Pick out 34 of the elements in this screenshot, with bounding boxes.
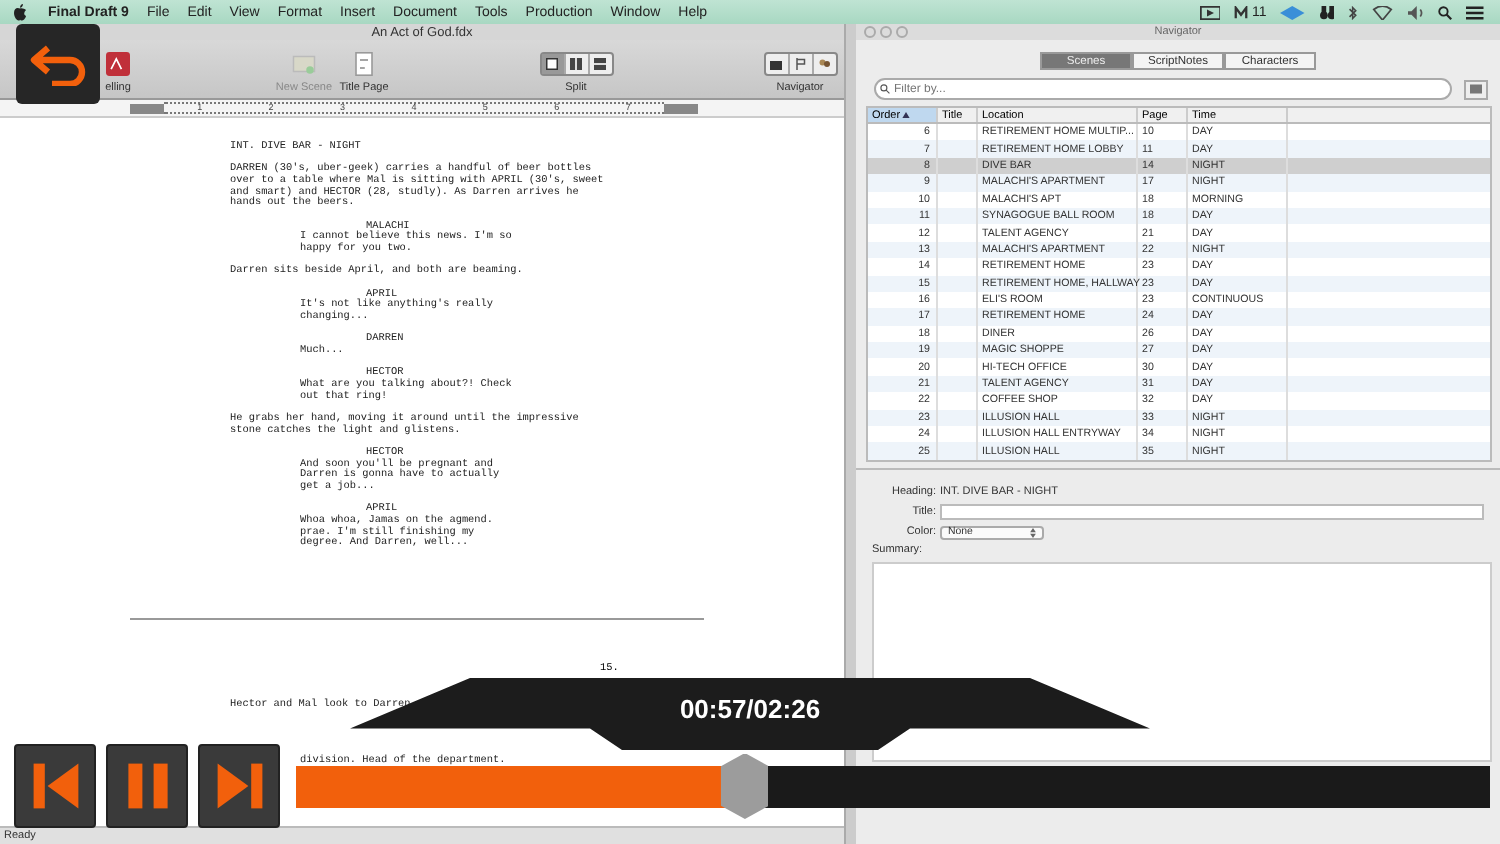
m-icon[interactable] (1234, 5, 1249, 19)
sort-arrow-icon (902, 112, 911, 118)
margin-marker[interactable] (130, 103, 164, 113)
card-icon (1470, 84, 1482, 94)
margin-marker[interactable] (664, 103, 698, 113)
volume-icon[interactable] (1407, 5, 1425, 19)
split-control[interactable] (539, 52, 613, 76)
previous-button[interactable] (14, 744, 96, 828)
pause-button[interactable] (106, 744, 188, 828)
rows-icon[interactable] (594, 58, 606, 70)
people-icon[interactable] (818, 58, 830, 70)
next-button[interactable] (198, 744, 280, 828)
undo-arrow-icon (28, 42, 88, 86)
binoculars-icon[interactable] (1319, 5, 1335, 19)
page-icon[interactable] (352, 52, 376, 76)
wifi-icon[interactable] (1372, 5, 1393, 19)
columns-icon[interactable] (570, 58, 582, 70)
navigator-control[interactable] (763, 52, 837, 76)
single-view-icon[interactable] (546, 58, 558, 70)
flag-icon[interactable] (794, 58, 806, 70)
bluetooth-icon[interactable] (1348, 5, 1358, 19)
updown-icon (1030, 527, 1036, 538)
clapper-icon[interactable] (770, 58, 782, 70)
list-icon[interactable] (1466, 5, 1484, 19)
options-button[interactable] (1464, 79, 1488, 99)
time-display: 00:57/02:26 (679, 696, 821, 724)
apple-icon[interactable] (12, 3, 28, 21)
summary-field[interactable] (872, 561, 1492, 762)
search-icon[interactable] (1438, 5, 1453, 19)
video-icon[interactable] (1199, 5, 1221, 19)
spelling-icon[interactable] (106, 52, 130, 76)
title-field[interactable] (940, 503, 1484, 520)
search-icon (880, 84, 890, 94)
back-button[interactable] (16, 24, 100, 104)
